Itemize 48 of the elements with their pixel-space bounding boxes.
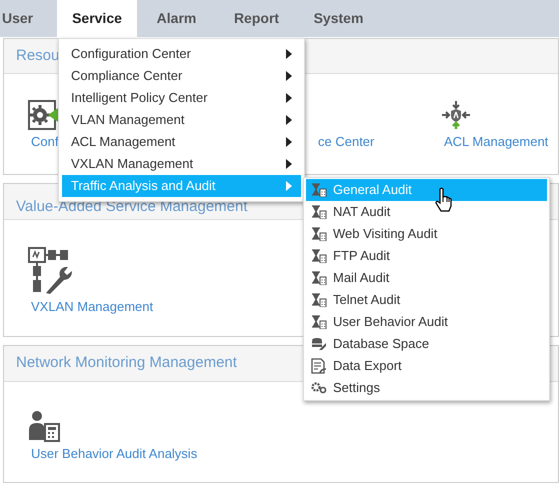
- hourglass-calculator-icon: [311, 293, 327, 307]
- hourglass-calculator-icon: [311, 227, 327, 241]
- document-export-icon: [311, 358, 327, 374]
- menu-item[interactable]: Compliance Center: [62, 65, 301, 87]
- hourglass-calculator-icon: [311, 249, 327, 263]
- database-wrench-icon: [311, 337, 327, 351]
- submenu-item[interactable]: User Behavior Audit: [306, 311, 547, 333]
- panel-title: Network Monitoring Management: [16, 353, 237, 374]
- hourglass-calculator-icon: [311, 271, 327, 285]
- nav-tab[interactable]: Alarm: [137, 0, 216, 37]
- tile-link[interactable]: ACL Management: [441, 132, 548, 152]
- tile-link[interactable]: User Behavior Audit Analysis: [28, 444, 198, 464]
- submenu-arrow-icon: [286, 115, 292, 125]
- submenu-item[interactable]: Telnet Audit: [306, 289, 547, 311]
- menu-item[interactable]: Intelligent Policy Center: [62, 87, 301, 109]
- submenu-arrow-icon: [286, 137, 292, 147]
- nav-tab[interactable]: Report: [216, 0, 297, 37]
- submenu-item[interactable]: Data Export: [306, 355, 547, 377]
- tile-link[interactable]: ce Center: [311, 132, 374, 152]
- menu-item[interactable]: Configuration Center: [62, 43, 301, 65]
- submenu-item[interactable]: NAT Audit: [306, 201, 547, 223]
- hourglass-calculator-icon: [311, 205, 327, 219]
- submenu-item[interactable]: Settings: [306, 377, 547, 399]
- submenu-item[interactable]: Web Visiting Audit: [306, 223, 547, 245]
- hourglass-calculator-icon: [311, 183, 327, 197]
- nav-tab[interactable]: User: [0, 0, 57, 37]
- hourglass-calculator-icon: [311, 315, 327, 329]
- nav-tab[interactable]: Service: [57, 0, 137, 37]
- gear-icon[interactable]: [28, 100, 58, 130]
- menu-item[interactable]: ACL Management: [62, 131, 301, 153]
- tile-link[interactable]: VXLAN Management: [28, 297, 154, 316]
- submenu-item[interactable]: Database Space: [306, 333, 547, 355]
- submenu-arrow-icon: [286, 181, 292, 191]
- person-calculator-icon[interactable]: [28, 410, 60, 442]
- hand-cursor-icon: [435, 187, 453, 213]
- submenu-item[interactable]: FTP Audit: [306, 245, 547, 267]
- submenu-arrow-icon: [286, 49, 292, 59]
- nav-tab[interactable]: System: [297, 0, 380, 37]
- submenu-arrow-icon: [286, 71, 292, 81]
- shield-arrows-icon[interactable]: [441, 100, 471, 130]
- panel-title: Resou: [16, 46, 60, 66]
- submenu-item[interactable]: Mail Audit: [306, 267, 547, 289]
- submenu-arrow-icon: [286, 93, 292, 103]
- tile-link[interactable]: Conf: [28, 132, 58, 152]
- menu-item[interactable]: VXLAN Management: [62, 153, 301, 175]
- menu-item[interactable]: VLAN Management: [62, 109, 301, 131]
- submenu-arrow-icon: [286, 159, 292, 169]
- settings-icon: [311, 382, 327, 394]
